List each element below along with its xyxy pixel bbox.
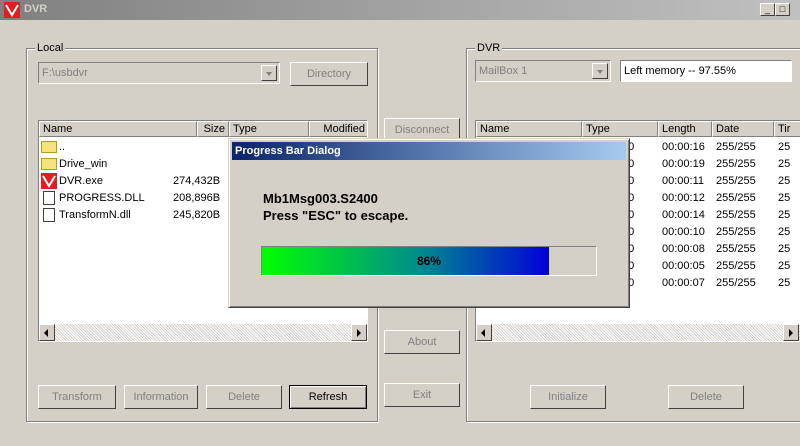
column-header-size[interactable]: Size bbox=[197, 121, 229, 137]
about-button[interactable]: About bbox=[384, 330, 460, 354]
folder-icon bbox=[41, 141, 57, 154]
column-header-type[interactable]: Type bbox=[229, 121, 309, 137]
directory-button[interactable]: Directory bbox=[290, 62, 368, 86]
list-item[interactable]: DVR.exe 274,432B bbox=[39, 173, 229, 190]
list-item[interactable]: .. bbox=[39, 139, 229, 156]
column-header-length[interactable]: Length bbox=[658, 121, 712, 137]
column-header-name[interactable]: Name bbox=[476, 121, 582, 137]
chevron-down-icon[interactable] bbox=[592, 63, 608, 79]
mailbox-combo[interactable]: MailBox 1 bbox=[475, 60, 611, 82]
local-horizontal-scrollbar[interactable] bbox=[39, 324, 367, 341]
scroll-left-icon[interactable] bbox=[476, 324, 492, 341]
list-item[interactable]: TransformN.dll 245,820B bbox=[39, 207, 229, 224]
information-button[interactable]: Information bbox=[124, 385, 198, 409]
delete-dvr-button[interactable]: Delete bbox=[668, 385, 744, 409]
scroll-right-icon[interactable] bbox=[783, 324, 799, 341]
refresh-button[interactable]: Refresh bbox=[289, 385, 367, 409]
scroll-left-icon[interactable] bbox=[39, 324, 55, 341]
window-title: DVR bbox=[24, 3, 48, 15]
scroll-right-icon[interactable] bbox=[351, 324, 367, 341]
local-path-value: F:\usbdvr bbox=[42, 67, 88, 79]
dvr-app-icon bbox=[4, 2, 20, 18]
column-header-modified[interactable]: Modified bbox=[309, 121, 367, 137]
column-header-time[interactable]: Tir bbox=[774, 121, 800, 137]
progress-bar: 86% bbox=[261, 246, 597, 276]
maximize-button[interactable]: □ bbox=[775, 3, 790, 16]
progress-label: 86% bbox=[416, 254, 442, 268]
column-header-date[interactable]: Date bbox=[712, 121, 774, 137]
list-item[interactable]: PROGRESS.DLL 208,896B bbox=[39, 190, 229, 207]
title-bar[interactable]: DVR _ □ bbox=[0, 0, 800, 20]
left-memory-text: Left memory -- 97.55% bbox=[624, 65, 736, 77]
dvr-horizontal-scrollbar[interactable] bbox=[476, 324, 800, 341]
dvr-window: DVR _ □ Local F:\usbdvr Directory Name S… bbox=[0, 0, 800, 446]
left-memory-field: Left memory -- 97.55% bbox=[620, 60, 792, 82]
mailbox-value: MailBox 1 bbox=[479, 65, 528, 77]
column-header-name[interactable]: Name bbox=[39, 121, 197, 137]
file-icon bbox=[43, 191, 55, 206]
dvr-group-label: DVR bbox=[475, 42, 503, 54]
progress-dialog: Progress Bar Dialog Mb1Msg003.S2400 Pres… bbox=[228, 138, 630, 308]
local-group-label: Local bbox=[35, 42, 66, 54]
folder-icon bbox=[41, 158, 57, 171]
initialize-button[interactable]: Initialize bbox=[530, 385, 606, 409]
local-path-combo[interactable]: F:\usbdvr bbox=[38, 62, 280, 84]
exit-button[interactable]: Exit bbox=[384, 383, 460, 407]
file-icon bbox=[43, 208, 55, 223]
transform-button[interactable]: Transform bbox=[38, 385, 116, 409]
column-header-type[interactable]: Type bbox=[582, 121, 658, 137]
chevron-down-icon[interactable] bbox=[261, 65, 277, 81]
delete-local-button[interactable]: Delete bbox=[206, 385, 282, 409]
dialog-escape-hint: Press "ESC" to escape. bbox=[263, 208, 409, 223]
minimize-button[interactable]: _ bbox=[760, 3, 775, 16]
dialog-title[interactable]: Progress Bar Dialog bbox=[232, 142, 626, 160]
dvr-app-icon bbox=[41, 173, 57, 190]
dialog-filename: Mb1Msg003.S2400 bbox=[263, 191, 378, 206]
list-item[interactable]: Drive_win bbox=[39, 156, 229, 173]
